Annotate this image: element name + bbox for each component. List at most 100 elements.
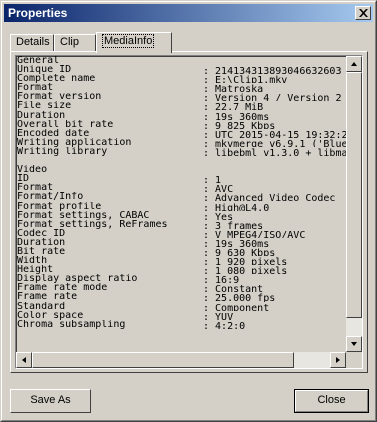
- mediainfo-textbox[interactable]: General Unique ID: 214134313893046632603 C…: [15, 55, 363, 369]
- info-value: : Yes: [203, 211, 234, 220]
- horizontal-scrollbar[interactable]: [16, 352, 346, 368]
- info-key: Height: [17, 265, 54, 275]
- tab-details-label: Details: [16, 36, 50, 48]
- info-value: : AVC: [203, 184, 234, 193]
- info-line: Bit rate : 9 630 Kbps: [17, 247, 346, 256]
- vertical-scrollbar[interactable]: [346, 56, 362, 352]
- info-line: Format : Matroska: [17, 83, 346, 92]
- info-value: : YUV: [203, 311, 234, 320]
- info-line: Writing library: libebml v1.3.0 + libma: [17, 147, 346, 156]
- info-value: : 1 080 pixels: [203, 266, 288, 275]
- info-key: Frame rate mode: [17, 283, 108, 293]
- info-value: : E:\Clip1.mkv: [203, 75, 288, 84]
- info-line: File size : 22.7 MiB: [17, 101, 346, 110]
- window-close-button[interactable]: [355, 6, 371, 20]
- info-line: Chroma subsampling: 4:2:0: [17, 320, 346, 329]
- info-key: File size: [17, 101, 72, 111]
- info-key: Format settings, CABAC: [17, 210, 150, 220]
- close-button[interactable]: Close: [294, 389, 369, 413]
- info-key: Frame rate: [17, 292, 78, 302]
- info-key: Standard: [17, 301, 66, 311]
- info-line: Format settings, ReFrames : 3 frames: [17, 220, 346, 229]
- info-value: : 19s 360ms: [203, 238, 270, 247]
- info-key: Duration: [17, 237, 66, 247]
- info-value: : Matroska: [203, 84, 264, 93]
- mediainfo-text[interactable]: General Unique ID: 214134313893046632603 C…: [17, 56, 346, 351]
- info-line: Complete name : E:\Clip1.mkv: [17, 74, 346, 83]
- info-line: Width : 1 920 pixels: [17, 256, 346, 265]
- info-value: : High@L4.0: [203, 202, 270, 211]
- scroll-left-button[interactable]: [16, 352, 32, 368]
- info-value: : 214134313893046632603: [203, 66, 342, 75]
- info-key: Codec ID: [17, 228, 66, 238]
- tab-clip[interactable]: Clip: [54, 34, 96, 51]
- info-key: Width: [17, 256, 48, 266]
- info-key: Writing application: [17, 137, 132, 147]
- info-line: Video: [17, 165, 346, 174]
- info-value: : 9 825 Kbps: [203, 120, 276, 129]
- info-line: Color space: YUV: [17, 311, 346, 320]
- info-value: : Component: [203, 302, 270, 311]
- tab-details[interactable]: Details: [10, 34, 54, 51]
- info-value: : 1 920 pixels: [203, 257, 288, 266]
- info-key: General: [17, 56, 60, 66]
- tab-mediainfo-label: MediaInfo: [102, 34, 155, 48]
- info-line: Frame rate mode : Constant: [17, 283, 346, 292]
- info-key: Encoded date: [17, 128, 90, 138]
- info-line: Unique ID : 214134313893046632603: [17, 65, 346, 74]
- info-line: Standard : Component: [17, 302, 346, 311]
- triangle-up-icon: [351, 62, 357, 66]
- info-key: Format/Info: [17, 192, 84, 202]
- info-key: Format: [17, 183, 54, 193]
- scroll-right-button[interactable]: [330, 352, 346, 368]
- info-line: Format/Info: Advanced Video Codec: [17, 192, 346, 201]
- tab-clip-label: Clip: [60, 36, 79, 48]
- info-value: : Version 4 / Version 2: [203, 93, 342, 102]
- info-value: : 16:9: [203, 275, 240, 284]
- close-button-label: Close: [317, 394, 346, 406]
- info-key: Format version: [17, 92, 102, 102]
- info-line: Format : AVC: [17, 183, 346, 192]
- info-line: General: [17, 56, 346, 65]
- info-key: Format: [17, 83, 54, 93]
- info-value: : 22.7 MiB: [203, 102, 264, 111]
- scroll-down-button[interactable]: [346, 336, 362, 352]
- tab-mediainfo[interactable]: MediaInfo: [96, 32, 172, 53]
- close-icon: [359, 9, 368, 17]
- info-key: Writing library: [17, 146, 108, 157]
- vertical-scroll-thumb[interactable]: [346, 72, 362, 318]
- triangle-down-icon: [351, 342, 357, 346]
- info-key: Complete name: [17, 74, 96, 84]
- info-value: : 4:2:0: [203, 320, 246, 329]
- info-line: Display aspect ratio: 16:9: [17, 274, 346, 283]
- info-line: Encoded date : UTC 2015-04-15 19:32:2: [17, 129, 346, 138]
- save-as-button[interactable]: Save As: [10, 389, 91, 413]
- info-line: Format profile: High@L4.0: [17, 202, 346, 211]
- info-key: ID: [17, 174, 30, 184]
- title-bar[interactable]: Properties: [4, 4, 373, 22]
- info-line: Duration : 19s 360ms: [17, 238, 346, 247]
- info-key: Bit rate: [17, 246, 66, 257]
- info-value: : 25.000 fps: [203, 293, 276, 302]
- info-key: Format settings, ReFrames: [17, 219, 168, 229]
- info-line: [17, 156, 346, 165]
- properties-window: Properties Details Clip MediaInfo Genera…: [0, 0, 377, 422]
- info-line: ID : 1: [17, 174, 346, 183]
- window-title: Properties: [8, 6, 68, 20]
- info-key: Unique ID: [17, 65, 72, 75]
- info-value: : 1: [203, 175, 222, 184]
- info-line: Duration: 19s 360ms: [17, 111, 346, 120]
- info-key: Overall bit rate: [17, 119, 114, 129]
- tab-panel: General Unique ID: 214134313893046632603 C…: [10, 51, 368, 373]
- info-value: : 3 frames: [203, 220, 264, 229]
- scroll-up-button[interactable]: [346, 56, 362, 72]
- info-line: Format settings, CABAC : Yes: [17, 211, 346, 220]
- horizontal-scroll-thumb[interactable]: [32, 352, 294, 368]
- info-value: : UTC 2015-04-15 19:32:2: [203, 129, 346, 138]
- triangle-left-icon: [22, 357, 26, 363]
- info-line: Codec ID: V_MPEG4/ISO/AVC: [17, 229, 346, 238]
- info-value: : mkvmerge v6.9.1 ('Blue: [203, 138, 346, 147]
- info-value: : Constant: [203, 284, 264, 293]
- info-line: Height : 1 080 pixels: [17, 265, 346, 274]
- info-value: : 9 630 Kbps: [203, 248, 276, 257]
